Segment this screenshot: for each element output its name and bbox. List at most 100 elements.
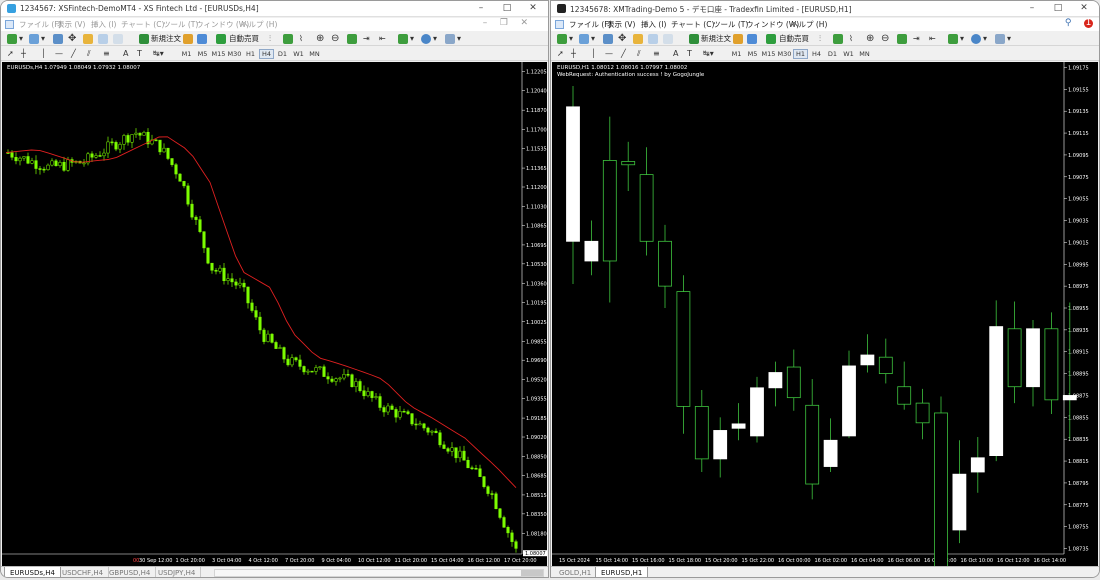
- timeframe-d1[interactable]: D1: [825, 49, 840, 59]
- line-chart-icon[interactable]: ⌇: [849, 34, 853, 44]
- tab-usdjpy-h4[interactable]: USDJPY,H4: [153, 567, 202, 577]
- timeframe-m15[interactable]: M15: [761, 49, 776, 59]
- menu-tools[interactable]: ツール (T): [163, 19, 198, 30]
- timeframe-m30[interactable]: M30: [777, 49, 792, 59]
- auto-trade-button[interactable]: 自動売買: [779, 34, 809, 44]
- menu-insert[interactable]: 挿入 (I): [91, 19, 116, 30]
- profiles-icon[interactable]: [29, 34, 39, 44]
- line-chart-icon[interactable]: ⌇: [299, 34, 303, 44]
- new-order-icon[interactable]: [139, 34, 149, 44]
- chart-shift-icon[interactable]: ⇤: [379, 34, 386, 44]
- horizontal-line-icon[interactable]: —: [605, 49, 613, 59]
- new-order-button[interactable]: 新規注文: [701, 34, 731, 44]
- dropdown-arrow-icon[interactable]: ▾: [960, 34, 964, 44]
- dropdown-arrow-icon[interactable]: ▾: [569, 34, 573, 44]
- dropdown-arrow-icon[interactable]: ▾: [19, 34, 23, 44]
- menu-chart[interactable]: チャート (C): [671, 19, 714, 30]
- zoom-in-icon[interactable]: ⊕: [866, 34, 874, 44]
- chart-shift-icon[interactable]: ⇤: [929, 34, 936, 44]
- tile-windows-icon[interactable]: [347, 34, 357, 44]
- periods-icon[interactable]: [421, 34, 431, 44]
- arrows-icon[interactable]: ↹▾: [153, 49, 164, 59]
- timeframe-m5[interactable]: M5: [745, 49, 760, 59]
- timeframe-m5[interactable]: M5: [195, 49, 210, 59]
- timeframe-m1[interactable]: M1: [729, 49, 744, 59]
- timeframe-h1[interactable]: H1: [793, 49, 808, 59]
- zoom-out-icon[interactable]: ⊖: [331, 34, 339, 44]
- candlestick-icon[interactable]: [283, 34, 293, 44]
- crosshair-icon[interactable]: ┼: [571, 49, 576, 59]
- templates-icon[interactable]: [445, 34, 455, 44]
- tab-eurusd-h1[interactable]: EURUSD,H1: [595, 567, 649, 577]
- tile-windows-icon[interactable]: [897, 34, 907, 44]
- timeframe-m30[interactable]: M30: [227, 49, 242, 59]
- text-label-icon[interactable]: T: [687, 49, 692, 59]
- menu-help[interactable]: ヘルプ (H): [791, 19, 827, 30]
- timeframe-m15[interactable]: M15: [211, 49, 226, 59]
- templates-icon[interactable]: [995, 34, 1005, 44]
- dropdown-arrow-icon[interactable]: ▾: [410, 34, 414, 44]
- restore-child-icon[interactable]: ❐: [500, 18, 508, 28]
- auto-trade-button[interactable]: 自動売買: [229, 34, 259, 44]
- terminal-icon[interactable]: [98, 34, 108, 44]
- dropdown-arrow-icon[interactable]: ▾: [1007, 34, 1011, 44]
- timeframe-mn[interactable]: MN: [307, 49, 322, 59]
- market-watch-icon[interactable]: [603, 34, 613, 44]
- zoom-out-icon[interactable]: ⊖: [881, 34, 889, 44]
- equidistant-channel-icon[interactable]: ⫽: [637, 49, 641, 59]
- dropdown-arrow-icon[interactable]: ▾: [41, 34, 45, 44]
- horizontal-line-icon[interactable]: —: [55, 49, 63, 59]
- timeframe-h4[interactable]: H4: [809, 49, 824, 59]
- maximize-icon[interactable]: □: [1051, 3, 1065, 13]
- minimize-icon[interactable]: –: [1025, 3, 1039, 13]
- vertical-line-icon[interactable]: │: [41, 49, 46, 59]
- text-tool-icon[interactable]: A: [123, 49, 128, 59]
- options-icon[interactable]: [197, 34, 207, 44]
- minimize-child-icon[interactable]: –: [483, 18, 488, 28]
- indicators-icon[interactable]: [398, 34, 408, 44]
- menu-file[interactable]: ファイル (F): [19, 19, 62, 30]
- periods-icon[interactable]: [971, 34, 981, 44]
- terminal-icon[interactable]: [648, 34, 658, 44]
- tab-gold-h1[interactable]: GOLD,H1: [554, 567, 598, 577]
- market-watch-icon[interactable]: [53, 34, 63, 44]
- timeframe-d1[interactable]: D1: [275, 49, 290, 59]
- cursor-icon[interactable]: ➚: [557, 49, 564, 59]
- dropdown-arrow-icon[interactable]: ▾: [433, 34, 437, 44]
- tester-icon[interactable]: [113, 34, 123, 44]
- maximize-icon[interactable]: □: [500, 3, 514, 13]
- timeframe-mn[interactable]: MN: [857, 49, 872, 59]
- auto-trade-icon[interactable]: [216, 34, 226, 44]
- arrows-icon[interactable]: ↹▾: [703, 49, 714, 59]
- timeframe-w1[interactable]: W1: [841, 49, 856, 59]
- trendline-icon[interactable]: ╱: [71, 49, 76, 59]
- tab-scrollbar[interactable]: [214, 569, 544, 577]
- dropdown-arrow-icon[interactable]: ▾: [457, 34, 461, 44]
- profiles-icon[interactable]: [579, 34, 589, 44]
- menu-tools[interactable]: ツール (T): [713, 19, 748, 30]
- text-label-icon[interactable]: T: [137, 49, 142, 59]
- crosshair-move-icon[interactable]: ✥: [68, 34, 76, 44]
- timeframe-h4[interactable]: H4: [259, 49, 274, 59]
- metaeditor-icon[interactable]: [733, 34, 743, 44]
- fibonacci-icon[interactable]: ≡: [103, 49, 110, 59]
- timeframe-w1[interactable]: W1: [291, 49, 306, 59]
- menu-chart[interactable]: チャート (C): [121, 19, 164, 30]
- dropdown-arrow-icon[interactable]: ▾: [983, 34, 987, 44]
- menu-help[interactable]: ヘルプ (H): [241, 19, 277, 30]
- auto-scroll-icon[interactable]: ⇥: [363, 34, 370, 44]
- notification-icon[interactable]: 1: [1084, 19, 1093, 28]
- right-price-chart[interactable]: 1.09175 1.09155 1.09135 1.09115 1.09095 1.090…: [552, 62, 1098, 566]
- close-icon[interactable]: ✕: [526, 3, 540, 13]
- new-order-icon[interactable]: [689, 34, 699, 44]
- menu-file[interactable]: ファイル (F): [569, 19, 612, 30]
- tab-eurusds-h4[interactable]: EURUSDs,H4: [4, 567, 61, 577]
- metaeditor-icon[interactable]: [183, 34, 193, 44]
- bar-chart-icon[interactable]: ⫶: [269, 34, 271, 44]
- left-price-chart[interactable]: 1.12205 1.12040 1.11870 1.11700 1.11535 1.113…: [2, 62, 547, 566]
- options-icon[interactable]: [747, 34, 757, 44]
- new-order-button[interactable]: 新規注文: [151, 34, 181, 44]
- candlestick-icon[interactable]: [833, 34, 843, 44]
- dropdown-arrow-icon[interactable]: ▾: [591, 34, 595, 44]
- text-tool-icon[interactable]: A: [673, 49, 678, 59]
